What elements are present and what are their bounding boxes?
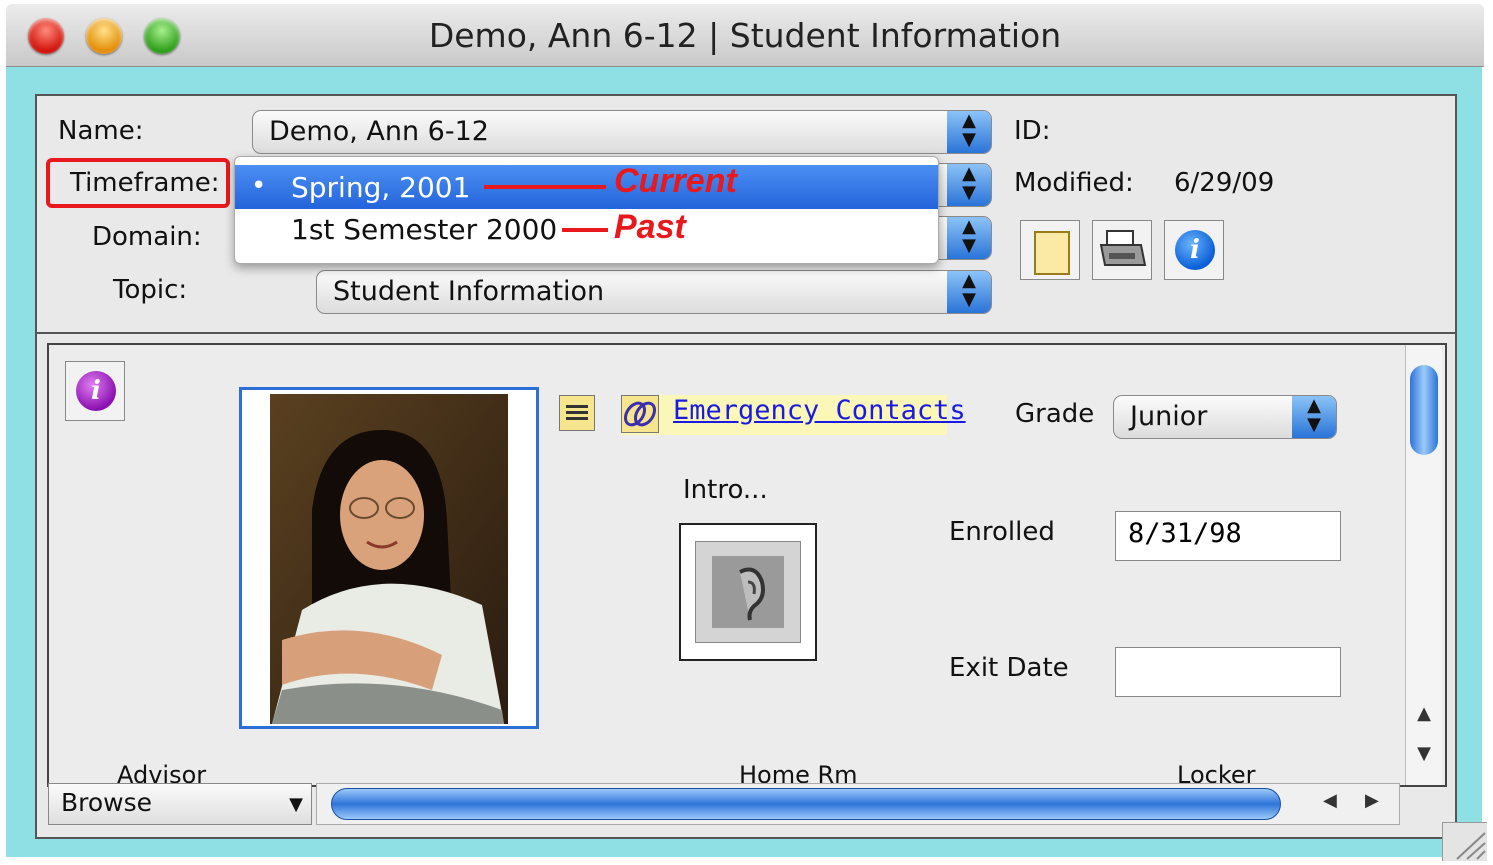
ear-icon (712, 556, 784, 628)
id-label: ID: (1014, 116, 1051, 146)
grade-select[interactable]: Junior ▲ ▼ (1113, 395, 1337, 439)
info-icon: i (1175, 230, 1215, 270)
resize-grip-icon[interactable] (1442, 822, 1487, 861)
modified-value: 6/29/09 (1174, 168, 1275, 198)
notepad-icon (1034, 231, 1070, 275)
chevron-updown-icon: ▲ ▼ (1292, 396, 1336, 438)
exit-date-label: Exit Date (949, 653, 1069, 683)
modified-label: Modified: (1014, 168, 1134, 198)
topic-select[interactable]: Student Information ▲ ▼ (316, 270, 992, 314)
info-icon: i (76, 371, 116, 411)
print-button[interactable] (1092, 220, 1152, 280)
horizontal-scroll-thumb[interactable] (331, 788, 1281, 820)
record-info-button[interactable]: i (65, 361, 125, 421)
scroll-up-arrow-icon[interactable]: ▲ (1410, 703, 1438, 733)
student-portrait-image (270, 394, 508, 724)
name-select-value: Demo, Ann 6-12 (269, 116, 489, 147)
annotation-past: Past (614, 208, 686, 246)
annotation-current: Current (614, 162, 737, 200)
grade-select-value: Junior (1130, 401, 1208, 432)
horizontal-scrollbar[interactable]: ◀ ▶ (316, 783, 1400, 825)
grade-label: Grade (1015, 399, 1095, 429)
name-select[interactable]: Demo, Ann 6-12 ▲ ▼ (252, 110, 992, 154)
printer-icon (1099, 230, 1147, 266)
selected-bullet-icon: • (251, 171, 267, 201)
domain-label: Domain: (92, 222, 202, 252)
mode-select-value: Browse (61, 788, 153, 817)
window-title: Demo, Ann 6-12 | Student Information (428, 16, 1062, 55)
chevron-updown-icon: ▲ ▼ (947, 164, 991, 206)
note-button[interactable] (1020, 220, 1080, 280)
topic-label: Topic: (113, 275, 188, 305)
enrolled-field[interactable]: 8/31/98 (1115, 511, 1341, 561)
annotation-line (484, 185, 606, 189)
scroll-right-arrow-icon[interactable]: ▶ (1365, 790, 1379, 811)
annotation-line (562, 228, 608, 232)
caret-down-icon: ▼ (289, 794, 303, 815)
intro-audio-button[interactable] (679, 523, 817, 661)
chevron-updown-icon: ▲ ▼ (947, 217, 991, 259)
student-photo[interactable] (239, 387, 539, 729)
intro-label: Intro... (683, 475, 768, 505)
vertical-scroll-thumb[interactable] (1410, 365, 1438, 455)
notes-icon[interactable] (559, 395, 595, 431)
scroll-left-arrow-icon[interactable]: ◀ (1323, 790, 1337, 811)
chevron-updown-icon: ▲ ▼ (947, 271, 991, 313)
emergency-contacts-link[interactable]: Emergency Contacts (673, 395, 966, 426)
mode-select[interactable]: Browse ▼ (48, 783, 312, 825)
exit-date-field[interactable] (1115, 647, 1341, 697)
timeframe-label: Timeframe: (70, 168, 220, 198)
title-bar: Demo, Ann 6-12 | Student Information (6, 4, 1484, 67)
menu-item-label: 1st Semester 2000 (291, 213, 558, 246)
name-label: Name: (58, 116, 144, 146)
record-content: i Emergency Contacts Intro... Grade Juni… (47, 343, 1447, 787)
chevron-updown-icon: ▲ ▼ (947, 111, 991, 153)
enrolled-label: Enrolled (949, 517, 1055, 547)
chain-link-icon (623, 401, 657, 427)
topic-select-value: Student Information (333, 276, 605, 307)
timeframe-menu: • Spring, 2001 1st Semester 2000 (234, 156, 939, 264)
menu-item-label: Spring, 2001 (291, 171, 471, 204)
link-icon[interactable] (621, 395, 659, 433)
info-button[interactable]: i (1164, 220, 1224, 280)
vertical-scrollbar[interactable]: ▲ ▼ (1405, 345, 1442, 785)
scroll-down-arrow-icon[interactable]: ▼ (1410, 743, 1438, 773)
